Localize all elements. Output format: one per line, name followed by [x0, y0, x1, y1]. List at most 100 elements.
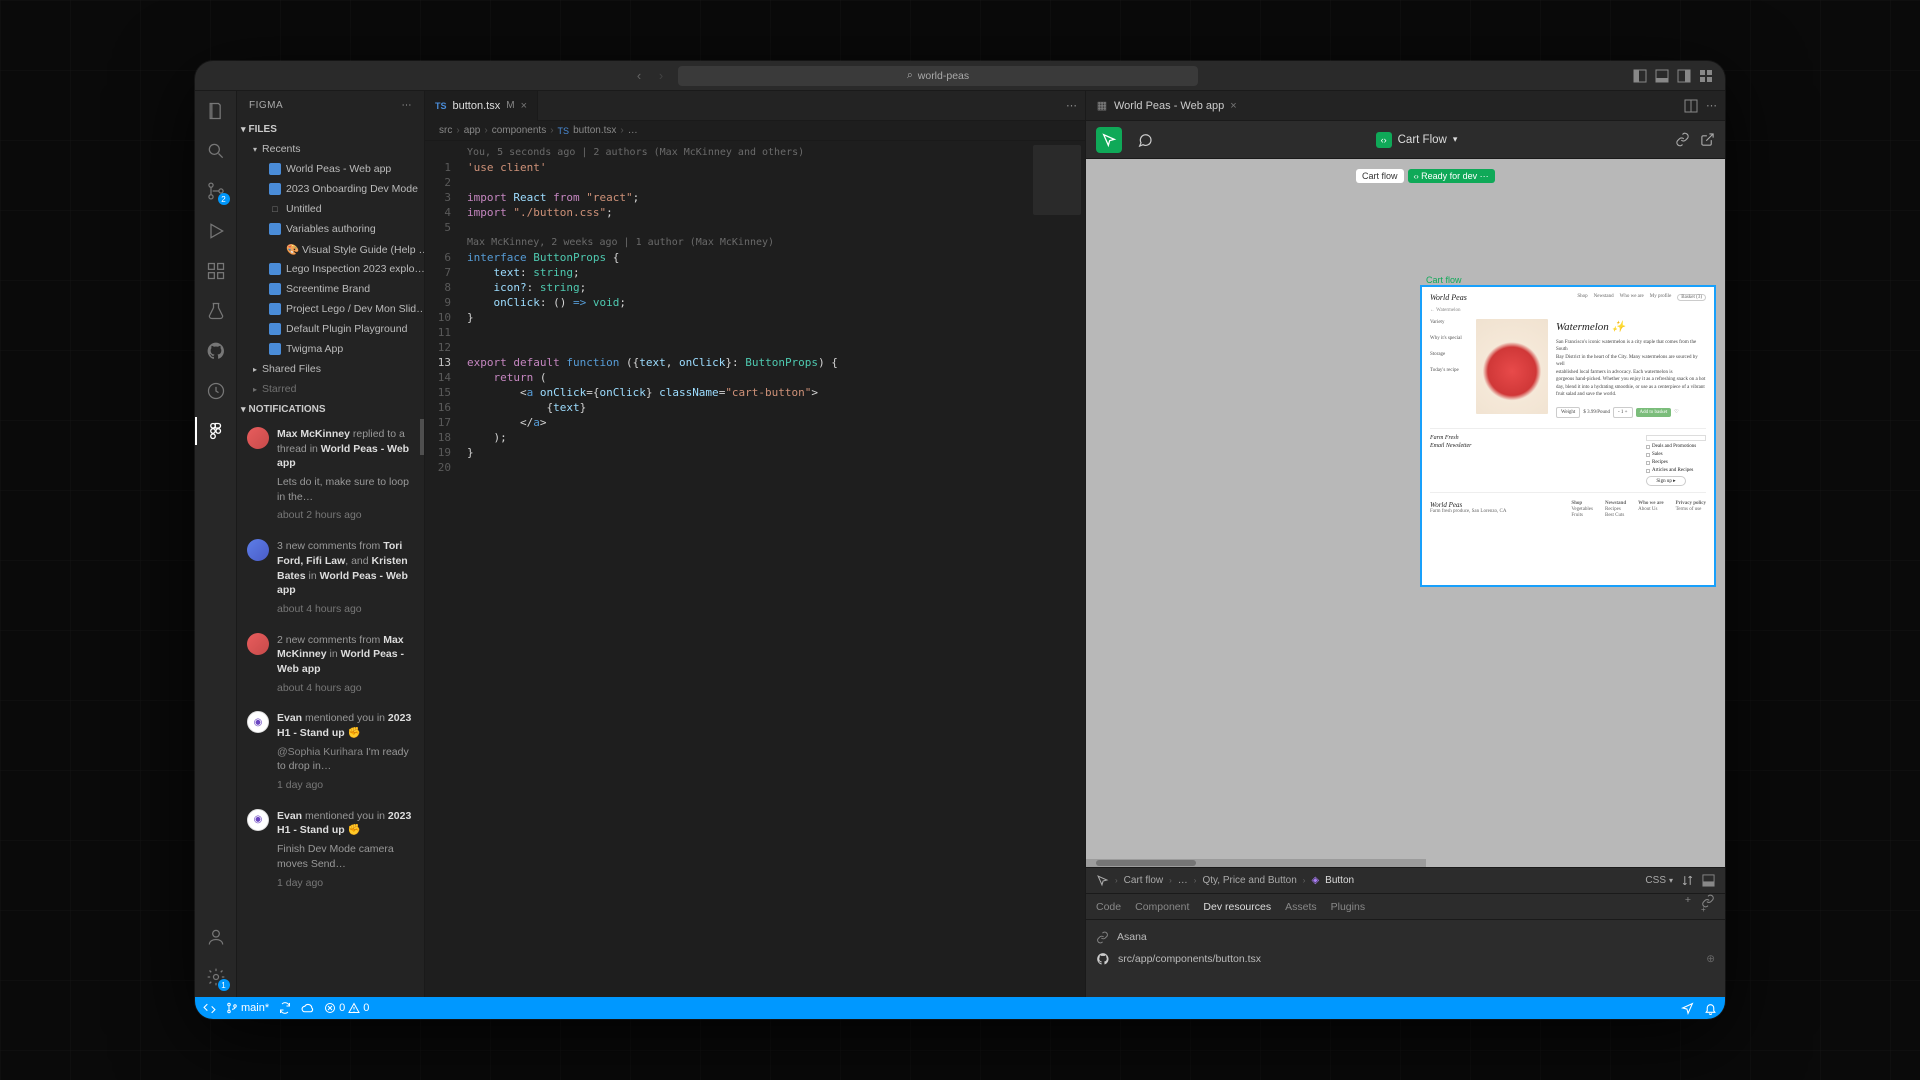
notification-item[interactable]: ◉Evan mentioned you in 2023 H1 - Stand u…	[237, 801, 424, 898]
source-control-badge: 2	[218, 193, 230, 205]
figma-page-title[interactable]: ‹› Cart Flow ▾	[1376, 132, 1458, 148]
tab-more-icon[interactable]: ⋯	[1058, 99, 1085, 112]
sidebar-title: FIGMA ⋯	[237, 91, 424, 119]
sync-icon[interactable]	[279, 1002, 291, 1014]
editor-tabbar: TS button.tsx M × ⋯	[425, 91, 1085, 121]
notifications-icon[interactable]	[1704, 1002, 1717, 1015]
panel-icon[interactable]	[1702, 874, 1715, 887]
notification-item[interactable]: Max McKinney replied to a thread in Worl…	[237, 419, 424, 531]
avatar	[247, 633, 269, 655]
file-item[interactable]: Project Lego / Dev Mon Slid…	[237, 299, 424, 319]
comment-tool[interactable]	[1132, 127, 1158, 153]
layout-right-icon[interactable]	[1675, 67, 1693, 85]
testing-icon[interactable]	[204, 299, 228, 323]
source-control-icon[interactable]: 2	[204, 179, 228, 203]
app-window: ‹ › ⌕ world-peas	[195, 61, 1725, 1019]
panel-split-icon[interactable]	[1684, 99, 1698, 113]
layout-grid-icon[interactable]	[1697, 67, 1715, 85]
minimap[interactable]	[1033, 145, 1081, 215]
section-badge[interactable]: Cart flow	[1356, 169, 1404, 183]
panel-more-icon[interactable]: ⋯	[1706, 99, 1717, 113]
tab-filename: button.tsx	[453, 100, 501, 112]
shared-files[interactable]: ▸Shared Files	[237, 359, 424, 379]
canvas-scrollbar[interactable]	[1086, 859, 1426, 867]
file-item[interactable]: World Peas - Web app	[237, 159, 424, 179]
mockup-content: World Peas Shop Newstand Who we are My p…	[1422, 287, 1714, 524]
extensions-icon[interactable]	[204, 259, 228, 283]
avatar: ◉	[247, 809, 269, 831]
search-input[interactable]: ⌕ world-peas	[678, 66, 1198, 86]
search-icon: ⌕	[907, 69, 913, 82]
sidebar-more-icon[interactable]: ⋯	[402, 100, 413, 111]
run-debug-icon[interactable]	[204, 219, 228, 243]
link-plus-icon[interactable]: +	[1701, 894, 1715, 920]
sort-icon[interactable]	[1681, 874, 1694, 887]
file-item[interactable]: 2023 Onboarding Dev Mode	[237, 179, 424, 199]
nav-back[interactable]: ‹	[630, 67, 648, 85]
frame-label[interactable]: Cart flow	[1426, 275, 1462, 285]
account-icon[interactable]	[204, 925, 228, 949]
starred-files[interactable]: ▸Starred	[237, 379, 424, 399]
code-content[interactable]: You, 5 seconds ago | 2 authors (Max McKi…	[461, 141, 1085, 997]
code-editor[interactable]: 1234567891011121314151617181920 You, 5 s…	[425, 141, 1085, 997]
share-link-icon[interactable]	[1675, 132, 1690, 147]
file-item[interactable]: Twigma App	[237, 339, 424, 359]
inspect-tab[interactable]: Dev resources	[1203, 901, 1271, 913]
timeline-icon[interactable]	[204, 379, 228, 403]
open-external-icon[interactable]	[1700, 132, 1715, 147]
avatar	[247, 427, 269, 449]
feedback-icon[interactable]	[1681, 1002, 1694, 1015]
line-numbers: 1234567891011121314151617181920	[425, 141, 461, 997]
file-item[interactable]: Default Plugin Playground	[237, 319, 424, 339]
editor-column: TS button.tsx M × ⋯ src› app› components…	[425, 91, 1085, 997]
branch-indicator[interactable]: main*	[226, 1002, 269, 1014]
inspect-tab[interactable]: Code	[1096, 901, 1121, 913]
remote-indicator[interactable]	[203, 1002, 216, 1015]
file-item[interactable]: Variables authoring	[237, 219, 424, 239]
files-section[interactable]: ▾FILES	[237, 119, 424, 139]
inspect-back-icon[interactable]	[1096, 874, 1109, 887]
code-lens[interactable]: Max McKinney, 2 weeks ago | 1 author (Ma…	[467, 235, 1085, 250]
figma-icon[interactable]	[204, 419, 228, 443]
tab-close-icon[interactable]: ×	[521, 100, 527, 112]
file-item[interactable]: Screentime Brand	[237, 279, 424, 299]
inspect-tab[interactable]: Plugins	[1331, 901, 1365, 913]
inspect-tab[interactable]: Assets	[1285, 901, 1317, 913]
link-icon	[1096, 931, 1109, 944]
resource-github[interactable]: src/app/components/button.tsx ⊕	[1096, 948, 1715, 970]
explorer-icon[interactable]	[204, 99, 228, 123]
figma-canvas[interactable]: Cart flow ‹› Ready for dev ··· Cart flow…	[1086, 159, 1725, 867]
code-lens[interactable]: You, 5 seconds ago | 2 authors (Max McKi…	[467, 145, 1085, 160]
resource-asana[interactable]: Asana	[1096, 926, 1715, 948]
search-icon[interactable]	[204, 139, 228, 163]
layout-bottom-icon[interactable]	[1653, 67, 1671, 85]
ready-for-dev-badge[interactable]: ‹› Ready for dev ···	[1408, 169, 1495, 183]
file-item[interactable]: □Untitled	[237, 199, 424, 219]
layout-primary-icon[interactable]	[1631, 67, 1649, 85]
notification-item[interactable]: ◉Evan mentioned you in 2023 H1 - Stand u…	[237, 703, 424, 800]
pin-icon[interactable]: ⊕	[1706, 953, 1715, 965]
notification-item[interactable]: 2 new comments from Max McKinney in Worl…	[237, 625, 424, 704]
notification-item[interactable]: 3 new comments from Tori Ford, Fifi Law,…	[237, 531, 424, 624]
recents-folder[interactable]: ▾Recents	[237, 139, 424, 159]
editor-tab[interactable]: TS button.tsx M ×	[425, 91, 538, 121]
file-item[interactable]: Lego Inspection 2023 explo…	[237, 259, 424, 279]
selected-frame[interactable]: World Peas Shop Newstand Who we are My p…	[1422, 287, 1714, 585]
errors-warnings[interactable]: 0 0	[324, 1002, 369, 1014]
lang-dropdown[interactable]: CSS▾	[1645, 875, 1673, 886]
settings-icon[interactable]: 1	[204, 965, 228, 989]
notifications-section[interactable]: ▾NOTIFICATIONS	[237, 399, 424, 419]
inspect-tab[interactable]: Component	[1135, 901, 1189, 913]
nav-forward[interactable]: ›	[652, 67, 670, 85]
github-icon[interactable]	[204, 339, 228, 363]
cloud-icon[interactable]	[301, 1002, 314, 1015]
add-resource-icon[interactable]: +	[1685, 894, 1691, 920]
figma-file-tab[interactable]: ▦ World Peas - Web app ×	[1086, 91, 1247, 121]
inspect-tabs: CodeComponentDev resourcesAssetsPlugins …	[1086, 894, 1725, 920]
figma-tab-close-icon[interactable]: ×	[1230, 100, 1236, 112]
activity-bar: 2	[195, 91, 237, 997]
file-item[interactable]: 🎨 Visual Style Guide (Help …	[237, 239, 424, 259]
inspect-tool[interactable]	[1096, 127, 1122, 153]
breadcrumb[interactable]: src› app› components› TS button.tsx› …	[425, 121, 1085, 141]
inspect-breadcrumb: › Cart flow › … › Qty, Price and Button …	[1086, 868, 1725, 894]
